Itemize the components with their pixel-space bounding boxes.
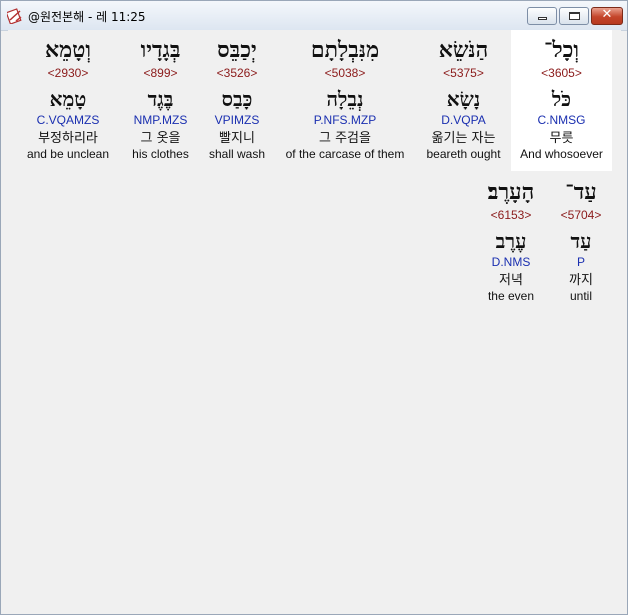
- hebrew-root: נָשָׂא: [446, 87, 481, 111]
- english-gloss: And whosoever: [520, 147, 603, 161]
- parsing-code: NMP.MZS: [133, 113, 188, 127]
- app-window: @원전본해 - 레 11:25 ✕ וְכָל־ <3605> כֹּל C.N…: [0, 0, 628, 615]
- word-cell[interactable]: הַנֹּשֵׂא <5375> נָשָׂא D.VQPA 옮기는 자는 be…: [416, 30, 511, 171]
- hebrew-word: יְכַבֵּס: [217, 37, 257, 63]
- minimize-icon: [538, 17, 547, 20]
- app-icon: [7, 8, 22, 24]
- parsing-code: VPIMZS: [214, 113, 260, 127]
- strong-number[interactable]: <2930>: [18, 66, 118, 81]
- word-cell[interactable]: הָעָרֶב׃ <6153> עֶרֶב D.NMS 저녁 the even: [473, 172, 549, 312]
- hebrew-root: נְבֵלָה: [326, 87, 364, 111]
- hebrew-word: וְטָמֵא: [44, 37, 92, 63]
- word-cell[interactable]: בְּגָדָיו <899> בֶּגֶד NMP.MZS 그 옷을 his …: [125, 30, 196, 171]
- strong-number[interactable]: <5375>: [416, 66, 511, 81]
- korean-gloss: 그 주검을: [319, 131, 371, 146]
- korean-gloss: 부정하리라: [38, 131, 98, 146]
- korean-gloss: 그 옷을: [140, 131, 181, 146]
- parsing-code: P: [576, 255, 585, 269]
- title-bar[interactable]: @원전본해 - 레 11:25 ✕: [1, 1, 627, 31]
- word-cell[interactable]: יְכַבֵּס <3526> כָּבַס VPIMZS 빨지니 shall …: [201, 30, 273, 171]
- hebrew-word: בְּגָדָיו: [140, 37, 181, 63]
- hebrew-word: וְכָל־: [543, 37, 580, 63]
- strong-number[interactable]: <3526>: [201, 66, 273, 81]
- word-cell[interactable]: וְטָמֵא <2930> טָמֵא C.VQAMZS 부정하리라 and …: [18, 30, 118, 171]
- hebrew-root: טָמֵא: [49, 87, 87, 111]
- hebrew-root: עַד: [570, 229, 592, 253]
- korean-gloss: 저녁: [499, 273, 523, 288]
- close-button[interactable]: ✕: [591, 7, 623, 25]
- korean-gloss: 옮기는 자는: [431, 131, 496, 146]
- english-gloss: until: [569, 289, 592, 303]
- hebrew-root: כֹּל: [551, 87, 572, 111]
- parsing-code: C.NMSG: [537, 113, 586, 127]
- strong-number[interactable]: <6153>: [473, 208, 549, 223]
- korean-gloss: 무릇: [549, 131, 574, 146]
- english-gloss: shall wash: [208, 147, 266, 161]
- hebrew-root: עֶרֶב: [495, 229, 527, 253]
- english-gloss: and be unclean: [26, 147, 110, 161]
- hebrew-root: בֶּגֶד: [147, 87, 174, 111]
- hebrew-word: הַנֹּשֵׂא: [438, 37, 489, 63]
- word-cell[interactable]: עַד־ <5704> עַד P 까지 until: [545, 172, 617, 312]
- strong-number[interactable]: <3605>: [511, 66, 612, 81]
- hebrew-root: כָּבַס: [221, 87, 253, 111]
- maximize-button[interactable]: [559, 7, 589, 25]
- english-gloss: the even: [487, 289, 535, 303]
- strong-number[interactable]: <5038>: [278, 66, 412, 81]
- hebrew-word: מִנִּבְלָתָם: [310, 37, 380, 63]
- minimize-button[interactable]: [527, 7, 557, 25]
- close-icon: ✕: [601, 7, 613, 22]
- english-gloss: of the carcase of them: [285, 147, 405, 161]
- hebrew-word: עַד־: [565, 179, 597, 205]
- strong-number[interactable]: <5704>: [545, 208, 617, 223]
- word-cell[interactable]: מִנִּבְלָתָם <5038> נְבֵלָה P.NFS.MZP 그 …: [278, 30, 412, 171]
- korean-gloss: 까지: [569, 273, 593, 288]
- korean-gloss: 빨지니: [219, 131, 255, 146]
- parsing-code: P.NFS.MZP: [313, 113, 377, 127]
- parsing-code: D.NMS: [491, 255, 531, 269]
- parsing-code: D.VQPA: [441, 113, 486, 127]
- parsing-code: C.VQAMZS: [36, 113, 100, 127]
- maximize-icon: [569, 12, 580, 20]
- english-gloss: beareth ought: [426, 147, 501, 161]
- interlinear-view: וְכָל־ <3605> כֹּל C.NMSG 무릇 And whosoev…: [8, 30, 621, 608]
- english-gloss: his clothes: [132, 147, 189, 161]
- window-title: @원전본해 - 레 11:25: [28, 10, 146, 24]
- strong-number[interactable]: <899>: [125, 66, 196, 81]
- hebrew-word: הָעָרֶב׃: [487, 179, 535, 205]
- word-cell[interactable]: וְכָל־ <3605> כֹּל C.NMSG 무릇 And whosoev…: [511, 30, 612, 171]
